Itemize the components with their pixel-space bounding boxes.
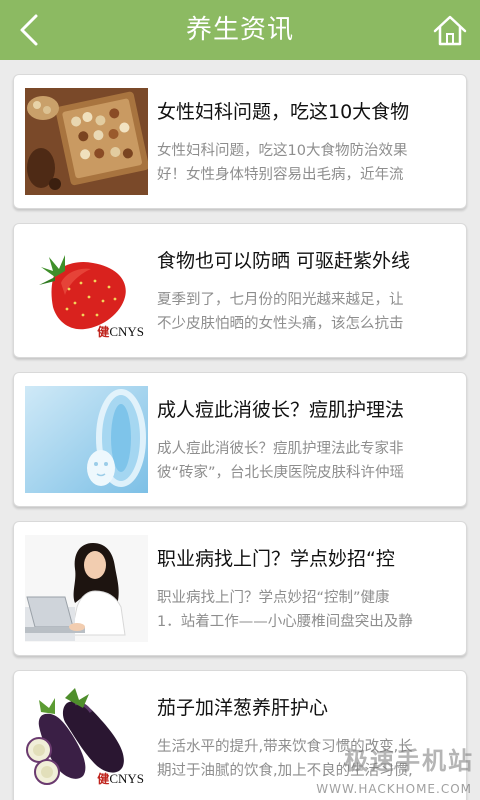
article-title: 食物也可以防晒 可驱赶紫外线 [157,250,411,272]
summary-line: 职业病找上门？学点妙招“控制”健康 [157,590,390,606]
article-card[interactable]: 健CNYS 食物也可以防晒 可驱赶紫外线 夏季到了，七月份的阳光越来越足，让 不… [13,223,467,358]
article-title: 女性妇科问题，吃这10大食物 [157,101,410,123]
article-summary: 夏季到了，七月份的阳光越来越足，让 不少皮肤怕晒的女性头痛，该怎么抗击 [157,288,449,336]
article-card[interactable]: 成人痘此消彼长？痘肌护理法 成人痘此消彼长？痘肌护理法此专家非 彼“砖家”，台北… [13,372,467,507]
article-title: 职业病找上门？学点妙招“控 [157,548,395,570]
top-bar: 养生资讯 [0,0,480,60]
summary-line: 夏季到了，七月份的阳光越来越足，让 [157,292,404,308]
page-title: 养生资讯 [185,15,294,45]
summary-line: 彼“砖家”，台北长庚医院皮肤科许仲瑶 [157,465,405,481]
article-card[interactable]: 职业病找上门？学点妙招“控 职业病找上门？学点妙招“控制”健康 1．站着工作——… [13,521,467,656]
summary-line: 1．站着工作——小心腰椎间盘突出及静 [157,614,413,630]
strawberry-thumbnail: 健CNYS [25,237,148,344]
summary-line: 期过于油腻的饮食,加上不良的生活习惯, [157,763,413,779]
summary-line: 女性妇科问题，吃这10大食物防治效果 [157,143,408,159]
article-title: 茄子加洋葱养肝护心 [157,697,329,719]
face-mask-thumbnail [25,386,148,493]
article-summary: 职业病找上门？学点妙招“控制”健康 1．站着工作——小心腰椎间盘突出及静 [157,586,449,634]
article-card[interactable]: 女性妇科问题，吃这10大食物 女性妇科问题，吃这10大食物防治效果 好！女性身体… [13,74,467,209]
article-list[interactable]: 女性妇科问题，吃这10大食物 女性妇科问题，吃这10大食物防治效果 好！女性身体… [0,60,480,800]
office-worker-thumbnail [25,535,148,642]
nuts-thumbnail [25,88,148,195]
summary-line: 不少皮肤怕晒的女性头痛，该怎么抗击 [157,316,404,332]
cnys-logo: 健CNYS [97,324,144,339]
article-summary: 生活水平的提升,带来饮食习惯的改变,长 期过于油腻的饮食,加上不良的生活习惯, [157,735,449,783]
summary-line: 成人痘此消彼长？痘肌护理法此专家非 [157,441,404,457]
eggplant-thumbnail: 健CNYS [25,684,148,791]
home-icon [433,15,467,46]
summary-line: 好！女性身体特别容易出毛病，近年流 [157,167,404,183]
cnys-logo: 健CNYS [97,771,144,786]
article-summary: 女性妇科问题，吃这10大食物防治效果 好！女性身体特别容易出毛病，近年流 [157,139,449,187]
summary-line: 生活水平的提升,带来饮食习惯的改变,长 [157,739,413,755]
article-card[interactable]: 健CNYS 茄子加洋葱养肝护心 生活水平的提升,带来饮食习惯的改变,长 期过于油… [13,670,467,800]
home-button[interactable] [430,10,470,50]
article-title: 成人痘此消彼长？痘肌护理法 [157,399,405,421]
article-summary: 成人痘此消彼长？痘肌护理法此专家非 彼“砖家”，台北长庚医院皮肤科许仲瑶 [157,437,449,485]
